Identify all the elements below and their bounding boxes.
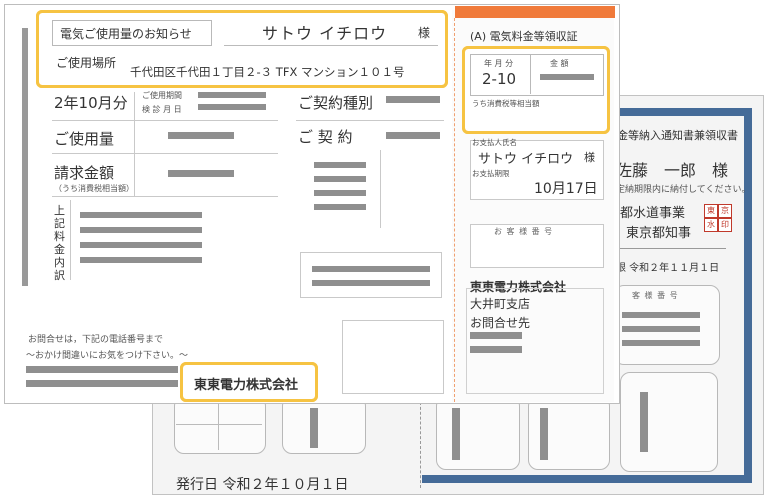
usage-label: ご使用量 bbox=[54, 130, 115, 148]
payer-name: サトウ イチロウ bbox=[478, 152, 574, 167]
back-box-mid bbox=[282, 396, 366, 454]
due-date-label: お支払期限 bbox=[472, 169, 510, 178]
contact-line-2: ～おかけ間違いにお気をつけ下さい。～ bbox=[26, 351, 189, 361]
payer-honorific: 様 bbox=[584, 151, 595, 164]
issue-date: 発行日 令和２年１０月１日 bbox=[176, 477, 349, 493]
receipt-title: (A) 電気料金等領収証 bbox=[470, 30, 578, 43]
water-stub-box bbox=[620, 372, 718, 472]
back-box-left bbox=[174, 396, 266, 454]
water-bill-title: 金等納入通知書兼領収書 bbox=[617, 129, 738, 142]
water-bill-note: 定納期限内に納付してください。 bbox=[616, 185, 751, 195]
water-bill-recipient: 佐藤 一郎 様 bbox=[616, 161, 729, 180]
itemized-label: 上記料金内訳 bbox=[54, 204, 65, 282]
water-bill-date: 限 令和２年１１月１日 bbox=[616, 263, 720, 274]
water-bill-issuer-2: 東京都知事 bbox=[626, 226, 692, 241]
back-box-right bbox=[436, 396, 520, 470]
water-customer-number-label: 客 様 番 号 bbox=[632, 291, 679, 300]
receipt-top-bar bbox=[455, 6, 615, 18]
left-margin-stripe bbox=[22, 28, 28, 286]
payer-label: お支払人氏名 bbox=[472, 138, 517, 147]
contact-line-1: お問合せは，下記の電話番号まで bbox=[28, 335, 164, 345]
billing-amount-label: 請求金額 bbox=[54, 164, 115, 182]
official-seal-stamp: 東京 水印 bbox=[704, 204, 732, 232]
usage-period-label: ご使用期間 bbox=[142, 91, 182, 100]
receipt-customer-number-label: お 客 様 番 号 bbox=[494, 227, 554, 236]
billing-period: 2年10月分 bbox=[54, 94, 128, 112]
tax-note: （うち消費税相当額） bbox=[54, 184, 134, 193]
contract-type-label: ご契約種別 bbox=[298, 94, 374, 112]
receipt-lower-box bbox=[466, 288, 604, 394]
meter-reading-date-label: 検 診 月 日 bbox=[142, 105, 182, 114]
water-bill-issuer-1: 都水道事業 bbox=[620, 206, 686, 221]
contract-label: ご 契 約 bbox=[298, 128, 353, 146]
middle-lower-box bbox=[342, 320, 444, 394]
receipt-perforation bbox=[454, 18, 455, 402]
due-date-value: 10月17日 bbox=[534, 181, 598, 197]
middle-detail-box bbox=[300, 252, 442, 298]
